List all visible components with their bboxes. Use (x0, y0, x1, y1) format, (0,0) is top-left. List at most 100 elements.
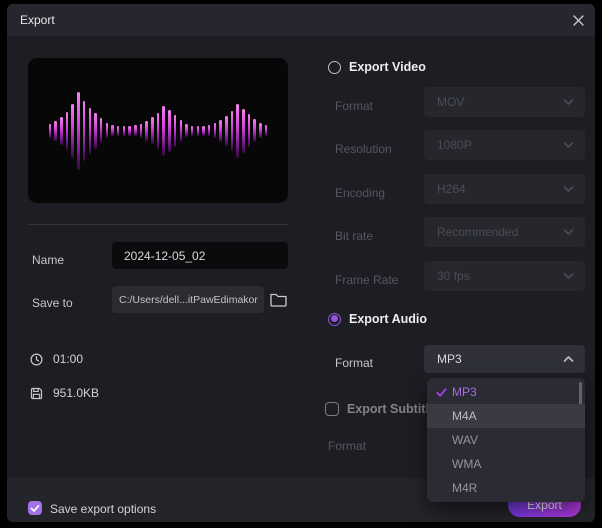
export-subtitles-checkbox[interactable] (325, 402, 339, 416)
waveform-bar (65, 111, 69, 150)
bitrate-label: Bit rate (335, 229, 374, 243)
waveform-bar (190, 125, 194, 136)
waveform-bar (111, 125, 114, 136)
waveform-bar (116, 125, 120, 136)
waveform-bar (230, 110, 234, 151)
dropdown-option-wma[interactable]: WMA (427, 452, 585, 476)
name-input[interactable] (112, 242, 288, 269)
size-row: 951.0KB (30, 386, 99, 400)
browse-folder-button[interactable] (269, 291, 289, 309)
waveform-bar (236, 103, 239, 158)
video-format-value: MOV (437, 95, 465, 109)
folder-icon (270, 293, 287, 307)
waveform-bar (242, 108, 245, 153)
audio-format-select[interactable]: MP3 (424, 345, 585, 373)
save-export-options-checkbox[interactable] (28, 501, 42, 515)
waveform-bar (253, 119, 256, 142)
waveform-bar (122, 125, 126, 136)
audio-format-label: Format (335, 356, 374, 370)
waveform-bar (196, 125, 200, 136)
video-format-select: MOV (424, 87, 585, 117)
waveform-bar (151, 117, 154, 144)
export-audio-label: Export Audio (349, 312, 428, 326)
chevron-up-icon (563, 356, 574, 362)
waveform-bar (168, 109, 171, 152)
waveform-bar (185, 124, 188, 137)
waveform-bar (139, 123, 143, 138)
waveform-bar (134, 125, 137, 136)
waveform-bar (60, 116, 63, 145)
radio-unselected-icon (328, 60, 341, 74)
waveform-bar (128, 125, 131, 136)
save-export-options-label: Save export options (50, 502, 157, 516)
save-to-path[interactable]: C:/Users/dell...itPawEdimakor (112, 286, 264, 313)
export-video-label: Export Video (349, 60, 426, 74)
bitrate-value: Recommended (437, 225, 519, 239)
waveform-bar (105, 123, 109, 138)
audio-format-dropdown-list: MP3 M4A WAV WMA M4R (427, 378, 585, 502)
clock-icon (30, 352, 43, 366)
waveform-bar (179, 119, 182, 142)
dropdown-option-m4a[interactable]: M4A (427, 404, 585, 428)
framerate-label: Frame Rate (335, 273, 399, 287)
waveform-bar (77, 91, 80, 170)
resolution-value: 1080P (437, 138, 472, 152)
radio-selected-icon (328, 312, 341, 326)
waveform-bar (219, 119, 222, 142)
video-format-label: Format (335, 99, 374, 113)
waveform-preview (28, 58, 288, 203)
divider (28, 224, 288, 225)
resolution-label: Resolution (335, 142, 392, 156)
chevron-down-icon (563, 229, 574, 235)
dropdown-option-mp3[interactable]: MP3 (427, 380, 585, 404)
close-icon (572, 14, 584, 26)
encoding-select: H264 (424, 174, 585, 204)
waveform-bar (264, 125, 268, 136)
disk-icon (30, 387, 43, 399)
waveform-bar (173, 114, 177, 147)
waveform-bar (94, 112, 97, 149)
resolution-select: 1080P (424, 130, 585, 160)
export-dialog: Export Name Save to C:/Users/dell...itPa… (7, 4, 595, 522)
audio-format-value: MP3 (437, 352, 462, 366)
waveform-bar (207, 125, 211, 136)
encoding-value: H264 (437, 182, 466, 196)
subtitles-format-label: Format (328, 439, 367, 453)
encoding-label: Encoding (335, 186, 386, 200)
dropdown-option-label: WAV (452, 433, 478, 447)
waveform-bar (54, 120, 57, 141)
close-button[interactable] (569, 11, 587, 29)
framerate-select: 30 fps (424, 261, 585, 291)
waveform-bar (156, 112, 160, 149)
export-video-radio-row[interactable]: Export Video (328, 60, 426, 74)
framerate-value: 30 fps (437, 269, 470, 283)
check-icon (436, 388, 447, 397)
duration-value: 01:00 (53, 352, 84, 366)
dropdown-option-m4r[interactable]: M4R (427, 476, 585, 500)
chevron-down-icon (563, 186, 574, 192)
check-icon (30, 504, 40, 512)
waveform-bar (225, 115, 228, 146)
dropdown-option-wav[interactable]: WAV (427, 428, 585, 452)
export-audio-radio-row[interactable]: Export Audio (328, 312, 427, 326)
waveform-bar (82, 100, 86, 161)
chevron-down-icon (563, 142, 574, 148)
waveform-bar (213, 123, 217, 138)
file-size-value: 951.0KB (53, 386, 100, 400)
duration-row: 01:00 (30, 352, 83, 366)
waveform-bar (145, 120, 148, 141)
save-to-label: Save to (32, 296, 73, 310)
waveform-bar (247, 114, 251, 147)
waveform-bar (259, 123, 262, 138)
waveform-bar (88, 107, 91, 154)
chevron-down-icon (563, 273, 574, 279)
waveform-bar (71, 103, 74, 158)
name-label: Name (32, 253, 65, 267)
title-bar: Export (7, 4, 595, 36)
chevron-down-icon (563, 99, 574, 105)
dropdown-option-label: MP3 (452, 385, 477, 399)
bitrate-select: Recommended (424, 217, 585, 247)
waveform-bar (202, 125, 205, 136)
waveform-bar (48, 123, 52, 138)
waveform-bar (162, 105, 165, 156)
